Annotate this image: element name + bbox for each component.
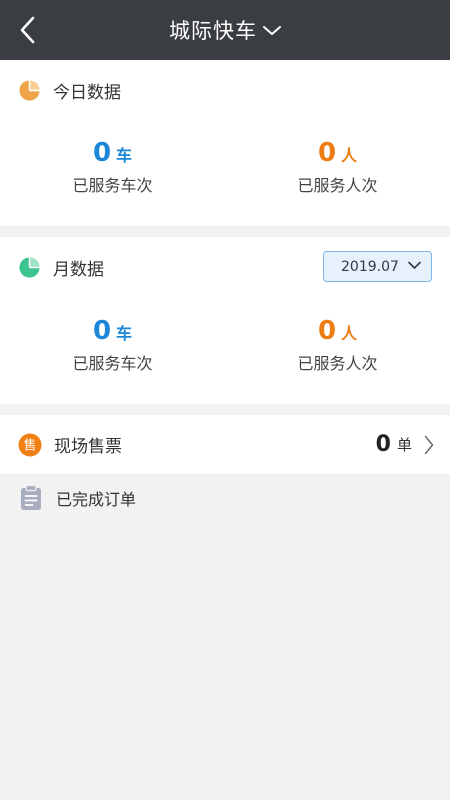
clipboard-icon (21, 485, 41, 510)
month-trips-count: 0 (92, 316, 112, 346)
month-data-card: 月数据 2019.07 0 车 已服务车次 0 人 已服务人次 (0, 237, 450, 404)
completed-orders-title: 已完成订单 (56, 490, 137, 509)
chevron-down-icon (263, 26, 281, 35)
today-passengers-count: 0 (317, 138, 337, 168)
back-chevron-icon (20, 16, 35, 44)
chevron-right-icon (424, 435, 434, 454)
page-title: 城际快车 (169, 19, 257, 43)
onsite-ticket-count: 0 (375, 432, 391, 457)
month-trips-caption: 已服务车次 (72, 354, 153, 373)
navbar: 城际快车 (0, 0, 450, 60)
today-passengers-stat: 0 人 已服务人次 (225, 138, 450, 196)
month-data-header: 月数据 (18, 255, 104, 280)
ticket-sale-badge: 售 (23, 437, 36, 453)
month-data-title: 月数据 (53, 260, 104, 280)
month-passengers-caption: 已服务人次 (297, 354, 378, 373)
back-button[interactable] (10, 12, 46, 48)
today-trips-unit: 车 (116, 146, 133, 165)
month-trips-stat: 0 车 已服务车次 (0, 316, 225, 374)
service-selector[interactable]: 城际快车 (169, 15, 281, 45)
completed-orders-row[interactable]: 已完成订单 (0, 474, 450, 522)
today-data-card: 今日数据 0 车 已服务车次 0 人 已服务人次 (0, 60, 450, 226)
chevron-down-icon (408, 261, 421, 269)
onsite-ticket-title: 现场售票 (54, 437, 122, 457)
today-passengers-caption: 已服务人次 (297, 176, 378, 195)
pie-chart-icon (19, 257, 40, 278)
today-data-title: 今日数据 (53, 83, 121, 103)
onsite-ticket-row[interactable]: 售 现场售票 0 单 (0, 415, 450, 474)
ticket-sale-icon: 售 (18, 433, 42, 456)
today-trips-count: 0 (92, 138, 112, 168)
onsite-ticket-value: 0 单 (376, 415, 434, 474)
pie-chart-icon (19, 80, 40, 101)
today-passengers-unit: 人 (341, 146, 358, 165)
month-select[interactable]: 2019.07 (323, 251, 432, 282)
today-trips-caption: 已服务车次 (72, 176, 153, 195)
month-trips-unit: 车 (116, 324, 133, 343)
month-select-value: 2019.07 (341, 258, 399, 275)
today-trips-stat: 0 车 已服务车次 (0, 138, 225, 196)
today-data-header: 今日数据 (18, 78, 121, 103)
month-passengers-count: 0 (317, 316, 337, 346)
month-passengers-unit: 人 (341, 324, 358, 343)
onsite-ticket-unit: 单 (396, 436, 412, 454)
month-passengers-stat: 0 人 已服务人次 (225, 316, 450, 374)
